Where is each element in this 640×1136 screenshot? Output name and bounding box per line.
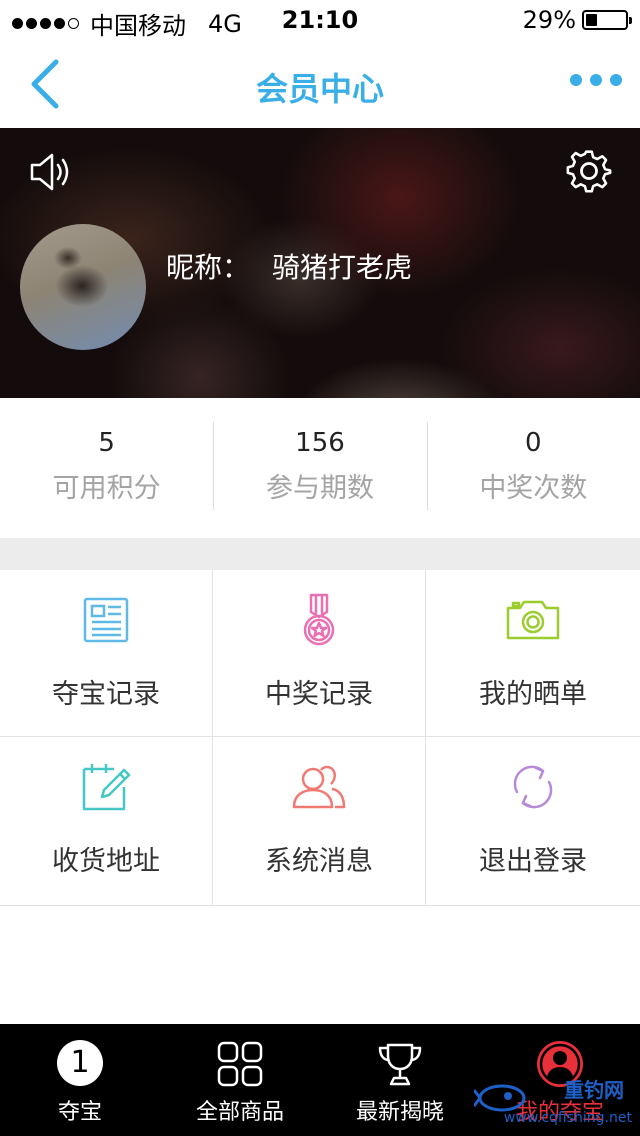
stat-wins[interactable]: 0 中奖次数 xyxy=(426,398,640,538)
page-title: 会员中心 xyxy=(255,70,384,108)
battery-percent: 29% xyxy=(522,6,576,34)
profile-banner: 昵称： 骑猪打老虎 xyxy=(0,128,640,398)
stat-label: 可用积分 xyxy=(52,473,161,504)
watermark-url: www.cqfishing.net xyxy=(503,1110,632,1126)
section-divider xyxy=(0,538,640,570)
stat-points[interactable]: 5 可用积分 xyxy=(0,398,213,538)
refresh-icon xyxy=(513,765,553,809)
menu-item-system-messages[interactable]: 系统消息 xyxy=(213,737,426,905)
tab-label: 夺宝 xyxy=(57,1100,102,1125)
menu-grid: 夺宝记录 中奖记录 我的晒单 收货地址 系统消息 退出登录 xyxy=(0,570,640,906)
watermark-logo: 重钓网 www.cqfishing.net xyxy=(474,1074,634,1130)
battery-icon xyxy=(582,10,632,30)
speaker-icon[interactable] xyxy=(28,150,74,194)
users-icon xyxy=(292,765,346,809)
medal-icon xyxy=(303,593,335,646)
menu-item-shipping-address[interactable]: 收货地址 xyxy=(0,737,213,905)
status-bar: 中国移动 4G 21:10 29% xyxy=(0,0,640,40)
gear-icon[interactable] xyxy=(566,148,612,194)
stat-label: 中奖次数 xyxy=(479,473,588,504)
stat-value: 0 xyxy=(525,428,542,458)
tab-treasure[interactable]: 1 夺宝 xyxy=(0,1024,160,1136)
stat-participations[interactable]: 156 参与期数 xyxy=(213,398,426,538)
watermark-brand: 重钓网 xyxy=(564,1078,624,1102)
member-center-page: 中国移动 4G 21:10 29% 会员中心 昵称： 骑猪打老虎 5 可用积分 … xyxy=(0,0,640,1136)
tab-all-products[interactable]: 全部商品 xyxy=(160,1024,320,1136)
menu-item-my-shares[interactable]: 我的晒单 xyxy=(426,570,640,737)
camera-icon xyxy=(506,600,560,640)
stats-row: 5 可用积分 156 参与期数 0 中奖次数 xyxy=(0,398,640,538)
menu-item-label: 退出登录 xyxy=(479,846,587,877)
menu-item-label: 系统消息 xyxy=(265,846,373,877)
more-icon[interactable] xyxy=(562,74,622,86)
menu-item-label: 中奖记录 xyxy=(265,679,373,710)
avatar[interactable] xyxy=(20,224,146,350)
tab-label: 最新揭晓 xyxy=(355,1100,444,1125)
menu-item-label: 夺宝记录 xyxy=(52,679,160,710)
menu-item-treasure-records[interactable]: 夺宝记录 xyxy=(0,570,213,737)
tab-label: 全部商品 xyxy=(195,1100,284,1125)
trophy-icon xyxy=(378,1043,422,1086)
nav-bar: 会员中心 xyxy=(0,40,640,128)
menu-item-winning-records[interactable]: 中奖记录 xyxy=(213,570,426,737)
stat-value: 156 xyxy=(295,428,345,458)
battery-fill xyxy=(586,14,597,26)
newspaper-icon xyxy=(83,597,129,643)
number-one-icon: 1 xyxy=(57,1040,103,1086)
stat-label: 参与期数 xyxy=(265,473,374,504)
menu-item-label: 我的晒单 xyxy=(479,679,587,710)
nickname-value: 骑猪打老虎 xyxy=(272,251,413,284)
edit-note-icon xyxy=(82,764,131,811)
tab-latest-results[interactable]: 最新揭晓 xyxy=(320,1024,480,1136)
nickname-label: 昵称： xyxy=(166,251,251,284)
grid-icon xyxy=(217,1041,263,1087)
menu-item-label: 收货地址 xyxy=(52,846,160,877)
nickname: 昵称： 骑猪打老虎 xyxy=(166,246,412,286)
status-right: 29% xyxy=(522,6,632,34)
menu-item-logout[interactable]: 退出登录 xyxy=(426,737,640,905)
stat-value: 5 xyxy=(98,428,115,458)
